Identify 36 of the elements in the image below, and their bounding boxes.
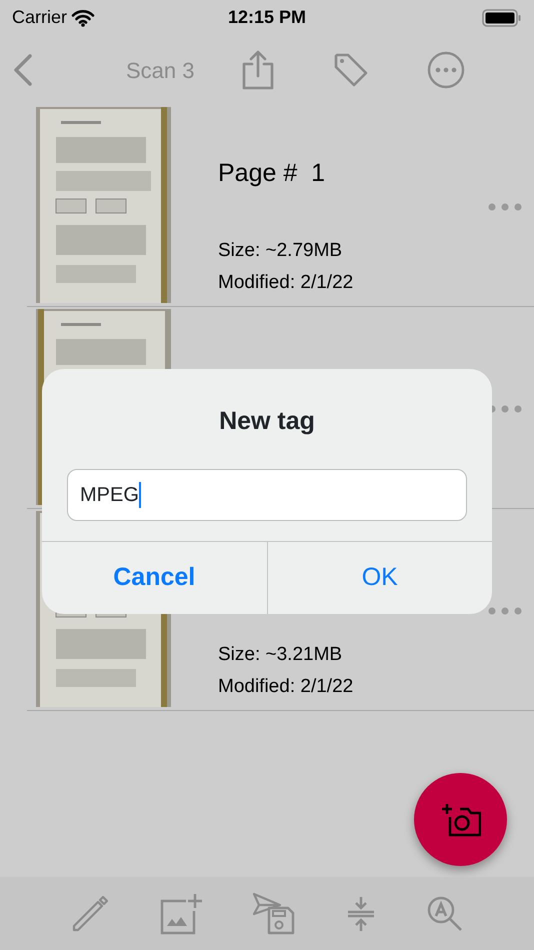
page-title: Page # 1 — [218, 158, 326, 189]
page-size: Size: ~2.79MB — [218, 239, 342, 263]
add-photo-button[interactable] — [414, 773, 507, 866]
share-button[interactable] — [240, 50, 274, 90]
compress-arrows-icon — [346, 896, 376, 932]
scan-title: Scan 3 — [126, 56, 194, 84]
page-more-button[interactable] — [488, 607, 522, 615]
send-save-button[interactable] — [252, 892, 295, 936]
back-chevron-icon — [12, 53, 34, 87]
cancel-button[interactable]: Cancel — [42, 542, 266, 614]
image-plus-icon — [160, 892, 202, 934]
add-image-button[interactable] — [160, 892, 202, 934]
battery-icon — [482, 8, 522, 26]
pencil-icon — [70, 894, 109, 932]
page-more-button[interactable] — [488, 203, 522, 211]
edit-button[interactable] — [70, 894, 109, 932]
wifi-icon — [71, 8, 96, 26]
more-button[interactable] — [426, 51, 464, 89]
camera-plus-icon — [440, 802, 480, 836]
dialog-title: New tag — [218, 406, 316, 437]
clock-time: 12:15 PM — [228, 6, 306, 29]
modified-date: Modified: 2/1/22 — [218, 675, 354, 699]
carrier-name: Carrier — [12, 6, 68, 29]
tag-button[interactable] — [332, 52, 368, 88]
share-icon — [240, 50, 274, 90]
compress-button[interactable] — [346, 896, 376, 932]
more-circle-icon — [426, 51, 464, 89]
tag-icon — [332, 52, 368, 88]
text-search-button[interactable] — [427, 896, 464, 932]
modified-date: Modified: 2/1/22 — [218, 271, 354, 295]
ok-button[interactable]: OK — [266, 542, 492, 614]
back-button[interactable] — [12, 53, 34, 87]
text-search-icon — [427, 896, 464, 932]
tag-input-field[interactable]: MPEG — [67, 469, 467, 521]
send-disk-icon — [252, 892, 295, 936]
page-size: Size: ~3.21MB — [218, 643, 342, 667]
